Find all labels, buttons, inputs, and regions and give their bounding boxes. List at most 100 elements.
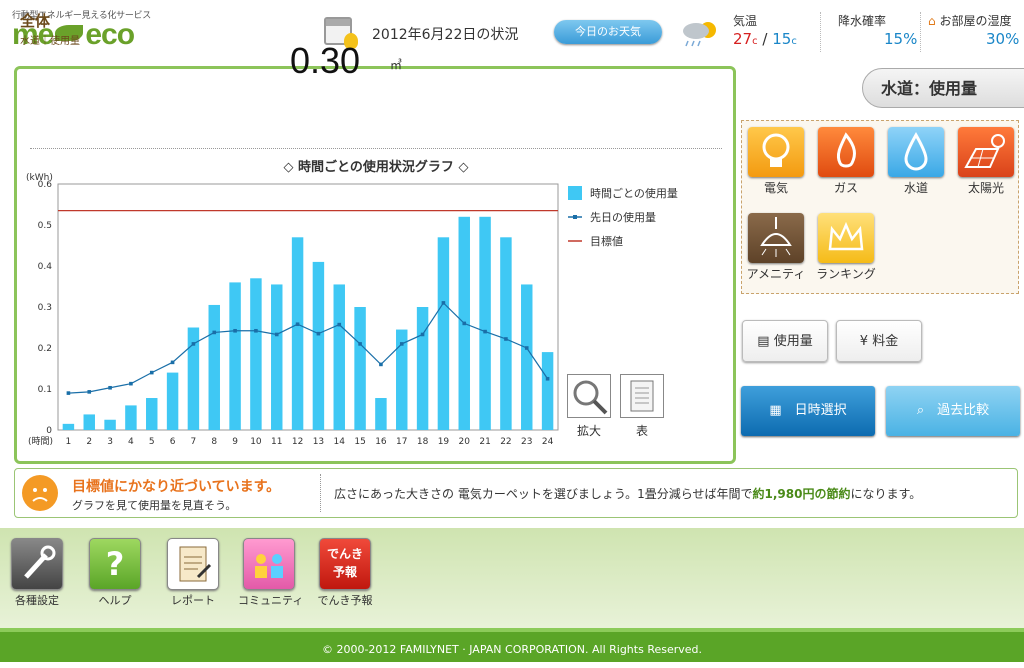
date-select-button[interactable]: ▦ 日時選択 bbox=[741, 386, 875, 436]
past-compare-button[interactable]: ⌕ 過去比較 bbox=[886, 386, 1020, 436]
line-point bbox=[149, 370, 154, 375]
legend-label: 時間ごとの使用量 bbox=[590, 186, 678, 200]
x-tick-label: 11 bbox=[271, 437, 282, 447]
line-point bbox=[420, 332, 425, 337]
rain-chance-value: 15% bbox=[884, 30, 918, 48]
bar bbox=[229, 282, 241, 430]
cloud-rain-sun-icon bbox=[683, 22, 716, 47]
help-button[interactable]: ? ヘルプ bbox=[84, 538, 146, 608]
category-gas[interactable]: ガス bbox=[816, 127, 876, 196]
usage-unit: ㎥ bbox=[390, 58, 403, 72]
category-ranking[interactable]: ランキング bbox=[816, 213, 876, 282]
legend-swatch-point bbox=[573, 215, 577, 219]
settings-button[interactable]: 各種設定 bbox=[6, 538, 68, 608]
fee-button[interactable]: ¥ 料金 bbox=[836, 320, 922, 362]
x-tick-label: 2 bbox=[86, 437, 92, 447]
x-tick-label: 19 bbox=[438, 437, 450, 447]
x-tick-label: 17 bbox=[396, 437, 407, 447]
line-point bbox=[399, 342, 404, 346]
bar bbox=[354, 307, 366, 430]
search-icon: ⌕ bbox=[916, 403, 925, 418]
line-point bbox=[66, 391, 71, 395]
help-icon: ? bbox=[89, 538, 141, 590]
bar bbox=[312, 261, 325, 430]
advice-subtitle: グラフを見て使用量を見直そう。 bbox=[72, 499, 237, 512]
x-tick-label: 24 bbox=[542, 437, 554, 447]
x-tick-label: 1 bbox=[66, 437, 72, 447]
zoom-label: 拡大 bbox=[576, 424, 601, 438]
power-forecast-button[interactable]: でんき 予報 でんき予報 bbox=[314, 538, 376, 608]
bar bbox=[166, 372, 179, 430]
bar bbox=[541, 352, 554, 430]
line-point bbox=[212, 330, 217, 335]
advice-tip: 広さにあった大きさの 電気カーペットを選びましょう。1畳分減らせば年間で約1,9… bbox=[334, 487, 922, 501]
scope-title: 全体 bbox=[20, 12, 51, 30]
bar bbox=[62, 423, 75, 430]
solar-panel-icon bbox=[958, 127, 1014, 177]
weather-button[interactable]: 今日のお天気 bbox=[554, 20, 662, 44]
temperature-values: 27c / 15c bbox=[733, 30, 797, 48]
y-tick-label: 0.4 bbox=[38, 262, 53, 272]
bar bbox=[437, 237, 450, 430]
report-icon bbox=[167, 538, 219, 590]
line-point bbox=[358, 342, 362, 346]
category-solar[interactable]: 太陽光 bbox=[956, 127, 1016, 196]
usage-button[interactable]: ▤ 使用量 bbox=[742, 320, 828, 362]
table-button[interactable] bbox=[620, 374, 664, 418]
x-tick-label: 9 bbox=[232, 437, 238, 447]
usage-value: 0.30 bbox=[290, 40, 361, 81]
line-point bbox=[129, 381, 133, 386]
bar bbox=[333, 284, 345, 430]
line-point bbox=[254, 328, 258, 333]
line-point bbox=[170, 360, 175, 365]
x-tick-label: 15 bbox=[354, 437, 365, 447]
bar bbox=[250, 278, 262, 430]
bar bbox=[271, 284, 283, 430]
category-electric[interactable]: 電気 bbox=[746, 127, 806, 196]
community-icon bbox=[243, 538, 295, 590]
x-tick-label: 8 bbox=[211, 437, 217, 447]
line-point bbox=[295, 322, 300, 327]
utility-tab: 水道：使用量 bbox=[862, 68, 1024, 108]
divider bbox=[320, 474, 321, 512]
category-water[interactable]: 水道 bbox=[886, 127, 946, 196]
forecast-icon: でんき 予報 bbox=[319, 538, 371, 590]
yen-icon: ¥ bbox=[859, 334, 869, 349]
legend-swatch-bar bbox=[568, 186, 582, 200]
humidity-value: 30% bbox=[986, 30, 1020, 48]
line-point bbox=[337, 322, 342, 327]
x-tick-label: 20 bbox=[459, 437, 471, 447]
list-icon: ▤ bbox=[757, 334, 770, 349]
x-tick-label: 5 bbox=[149, 437, 155, 447]
humidity-label: ⌂ お部屋の湿度 bbox=[928, 14, 1012, 28]
bar bbox=[521, 284, 533, 430]
bar bbox=[104, 419, 116, 430]
x-tick-label: 21 bbox=[479, 437, 490, 447]
header-divider bbox=[920, 12, 921, 52]
community-button[interactable]: コミュニティ bbox=[238, 538, 303, 608]
report-button[interactable]: レポート bbox=[162, 538, 224, 608]
line-point bbox=[524, 346, 529, 350]
footer-toolbar bbox=[0, 528, 1024, 628]
bar bbox=[83, 414, 95, 430]
x-tick-label: 4 bbox=[128, 437, 134, 447]
zoom-button[interactable] bbox=[567, 374, 611, 418]
category-grid: 電気 ガス 水道 太陽光 アメニティ ランキング bbox=[741, 120, 1019, 294]
y-tick-label: 0.1 bbox=[38, 385, 52, 395]
header-divider bbox=[820, 12, 821, 52]
bar bbox=[146, 398, 158, 430]
legend-label: 先日の使用量 bbox=[590, 211, 656, 224]
x-tick-label: 14 bbox=[334, 437, 346, 447]
x-tick-label: 7 bbox=[191, 437, 197, 447]
line-point bbox=[441, 301, 446, 305]
x-tick-label: 22 bbox=[500, 437, 511, 447]
bar bbox=[125, 405, 137, 430]
category-amenity[interactable]: アメニティ bbox=[746, 213, 806, 282]
line-point bbox=[274, 332, 279, 337]
worried-face-icon bbox=[22, 475, 58, 511]
line-point bbox=[316, 331, 321, 336]
line-point bbox=[545, 376, 550, 381]
crown-icon bbox=[818, 213, 874, 263]
line-point bbox=[108, 385, 112, 390]
line-point bbox=[379, 362, 383, 367]
